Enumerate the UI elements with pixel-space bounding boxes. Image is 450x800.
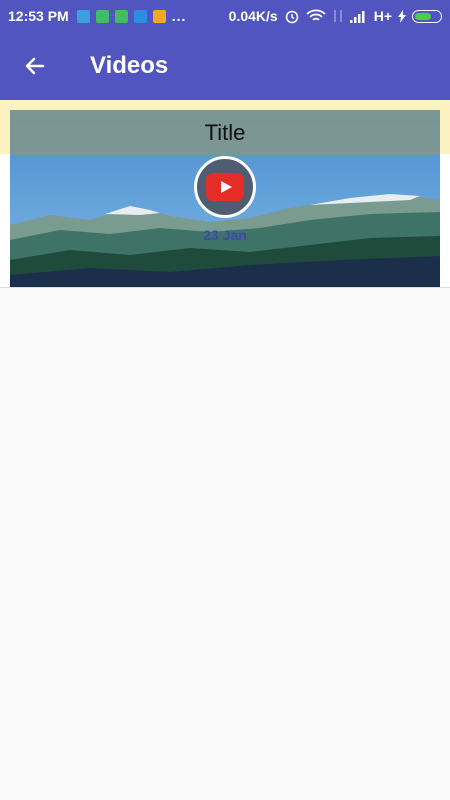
signal-off-icon <box>334 10 342 22</box>
alarm-icon <box>285 10 299 24</box>
network-type: H+ <box>373 8 392 24</box>
battery-icon <box>412 9 442 23</box>
status-bar: 12:53 PM ... 0.04K/s H+ <box>0 0 450 32</box>
signal-bars-icon <box>349 10 365 23</box>
page-title: Videos <box>90 52 169 79</box>
youtube-play-icon <box>206 173 244 201</box>
video-title-overlay: Title <box>10 110 440 155</box>
sync-icon <box>133 9 147 23</box>
usb-icon <box>76 9 90 23</box>
arrow-left-icon <box>25 57 45 75</box>
play-button[interactable] <box>194 156 256 218</box>
video-card[interactable]: Title 23 Jan <box>10 110 440 287</box>
android-icon <box>114 9 128 23</box>
back-button[interactable] <box>0 32 70 100</box>
more-notifications: ... <box>171 8 187 24</box>
status-time: 12:53 PM <box>8 8 69 24</box>
app-bar: Videos <box>0 32 450 100</box>
wifi-icon <box>306 9 326 21</box>
android-icon <box>95 9 109 23</box>
video-title: Title <box>204 119 246 145</box>
video-date: 23 Jan <box>203 227 247 243</box>
charging-icon <box>398 9 406 23</box>
message-icon <box>152 9 166 23</box>
network-speed: 0.04K/s <box>228 8 278 24</box>
